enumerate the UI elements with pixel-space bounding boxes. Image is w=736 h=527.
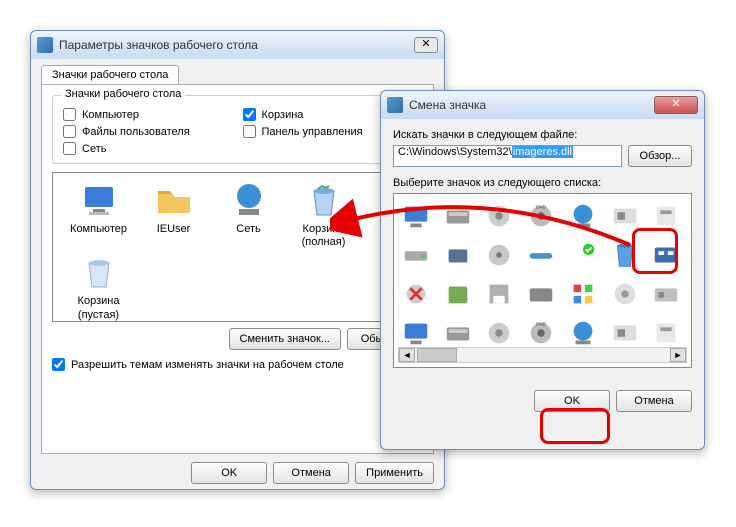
grid-icon-item[interactable] (648, 198, 684, 234)
pick-icon-label: Выберите значок из следующего списка: (393, 177, 692, 189)
preview-icon-network[interactable]: Сеть (211, 181, 286, 249)
grid-icon-item[interactable] (440, 198, 476, 234)
grid-icon-item[interactable] (481, 315, 517, 351)
window-icon (387, 97, 403, 113)
allow-themes-check[interactable]: Разрешить темам изменять значки на рабоч… (52, 358, 423, 371)
change-icon-button[interactable]: Сменить значок... (229, 328, 342, 350)
scroll-thumb[interactable] (417, 348, 457, 362)
preview-icon-bin-full[interactable]: Корзина (полная) (286, 181, 361, 249)
svg-text:DVD: DVD (536, 205, 546, 210)
search-file-label: Искать значки в следующем файле: (393, 129, 692, 141)
change-icon-window: Смена значка ✕ Искать значки в следующем… (380, 90, 705, 450)
grid-icon-item[interactable] (398, 198, 434, 234)
scroll-right-icon[interactable]: ► (670, 348, 686, 362)
apply-button[interactable]: Применить (355, 462, 434, 484)
grid-icon-item[interactable] (440, 276, 476, 312)
cancel-button[interactable]: Отмена (616, 390, 692, 412)
preview-icon-ieuser[interactable]: IEUser (136, 181, 211, 249)
svg-text:DVD: DVD (536, 322, 546, 327)
scroll-left-icon[interactable]: ◄ (399, 348, 415, 362)
grid-icon-item[interactable] (648, 237, 684, 273)
grid-icon-item[interactable] (565, 315, 601, 351)
grid-icon-item[interactable]: DVD (523, 315, 559, 351)
cancel-button[interactable]: Отмена (273, 462, 349, 484)
grid-icon-item[interactable] (481, 237, 517, 273)
grid-icon-item[interactable] (440, 237, 476, 273)
ok-button[interactable]: OK (191, 462, 267, 484)
grid-icon-item[interactable] (398, 237, 434, 273)
grid-icon-item[interactable] (565, 198, 601, 234)
check-user-files[interactable]: Файлы пользователя (63, 123, 233, 140)
group-legend: Значки рабочего стола (61, 88, 185, 100)
grid-icon-item[interactable] (481, 276, 517, 312)
grid-icon-item[interactable] (648, 315, 684, 351)
tab-desktop-icons[interactable]: Значки рабочего стола (41, 65, 179, 84)
close-icon[interactable]: ✕ (654, 96, 698, 114)
icon-file-path-input[interactable]: C:\Windows\System32\imageres.dll (393, 145, 622, 167)
tab-panel: Значки рабочего стола Компьютер Файлы по… (41, 84, 434, 454)
grid-icon-item[interactable] (523, 237, 559, 273)
horizontal-scrollbar[interactable]: ◄ ► (398, 347, 687, 363)
grid-icon-item[interactable] (607, 276, 643, 312)
grid-icon-item[interactable] (607, 237, 643, 273)
preview-icon-computer[interactable]: Компьютер (61, 181, 136, 249)
check-computer[interactable]: Компьютер (63, 106, 233, 123)
desktop-icons-group: Значки рабочего стола Компьютер Файлы по… (52, 95, 423, 164)
grid-icon-item[interactable] (565, 237, 601, 273)
preview-icon-bin-empty[interactable]: Корзина (пустая) (61, 253, 136, 321)
icon-preview-pane[interactable]: Компьютер IEUser Сеть Корзина (полная) К… (52, 172, 423, 322)
grid-icon-item[interactable] (440, 315, 476, 351)
grid-icon-item[interactable] (607, 198, 643, 234)
grid-icon-item[interactable] (648, 276, 684, 312)
grid-icon-item[interactable] (565, 276, 601, 312)
window-icon (37, 37, 53, 53)
close-icon[interactable]: ✕ (414, 37, 438, 53)
titlebar[interactable]: Параметры значков рабочего стола ✕ (31, 31, 444, 59)
grid-icon-item[interactable] (398, 276, 434, 312)
grid-icon-item[interactable] (607, 315, 643, 351)
titlebar[interactable]: Смена значка ✕ (381, 91, 704, 119)
window-title: Параметры значков рабочего стола (59, 38, 414, 52)
grid-icon-item[interactable] (523, 276, 559, 312)
grid-icon-item[interactable] (481, 198, 517, 234)
grid-icon-item[interactable]: DVD (523, 198, 559, 234)
browse-button[interactable]: Обзор... (628, 145, 692, 167)
check-network[interactable]: Сеть (63, 140, 233, 157)
ok-button[interactable]: OK (534, 390, 610, 412)
icon-grid[interactable]: DVD DVD ◄ ► (393, 193, 692, 368)
window-title: Смена значка (409, 98, 654, 112)
grid-icon-item[interactable] (398, 315, 434, 351)
